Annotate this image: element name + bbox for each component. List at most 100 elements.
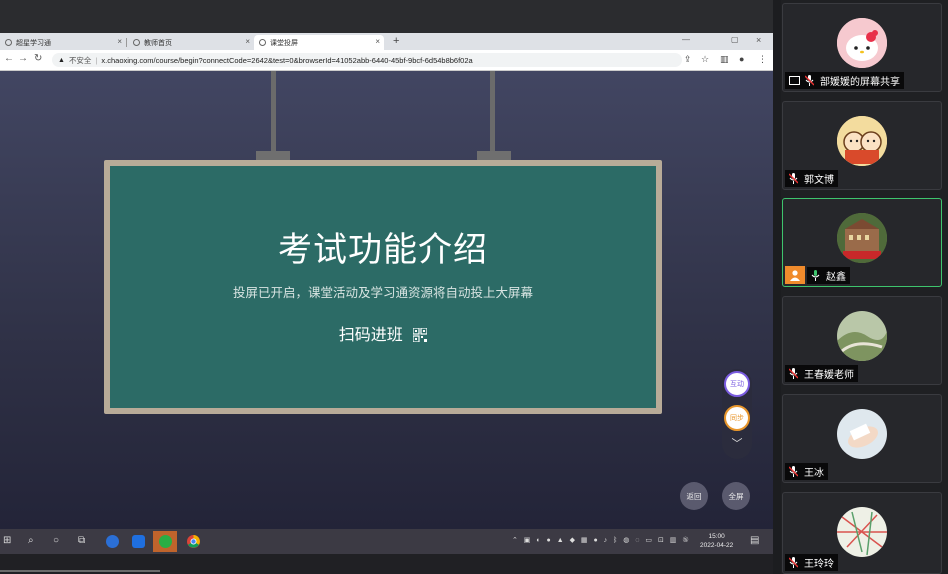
hello-kitty-avatar-icon (837, 18, 887, 68)
tab-classroom[interactable]: 课堂投屏 × (254, 35, 384, 50)
clock-date: 2022-04-22 (700, 542, 734, 549)
user-icon (785, 266, 805, 284)
floating-toolbar: 互动 同步 ﹀ (722, 369, 752, 459)
close-icon[interactable]: × (375, 37, 380, 46)
avatar (837, 409, 887, 459)
building-photo-avatar-icon (837, 213, 887, 263)
participant-name-tag: 王玲玲 (785, 554, 838, 571)
participant-tile-active[interactable]: 赵鑫 (782, 198, 942, 287)
landscape-photo-avatar-icon (837, 311, 887, 361)
minimize-icon[interactable]: — (682, 35, 690, 44)
globe-icon (259, 39, 266, 46)
wechat-icon (158, 535, 172, 548)
globe-icon (133, 39, 140, 46)
taskbar-app-chrome[interactable] (181, 531, 205, 552)
notification-icon[interactable]: ▤ (750, 535, 759, 546)
participant-name: 郭文博 (804, 175, 834, 186)
participant-name: 部媛媛的屏幕共享 (820, 77, 900, 88)
url-field[interactable]: ▲ 不安全 | x.chaoxing.com/course/begin?conn… (52, 53, 682, 67)
participant-name-tag: 部媛媛的屏幕共享 (785, 72, 904, 89)
mic-muted-icon (789, 368, 798, 379)
back-icon[interactable]: ← (4, 53, 14, 64)
sidebar-icon[interactable]: ▥ (720, 54, 729, 65)
participant-tile[interactable]: 王玲玲 (782, 492, 942, 574)
close-icon[interactable]: × (117, 37, 122, 46)
participant-name-tag: 王春媛老师 (785, 365, 858, 382)
participant-tile[interactable]: 郭文博 (782, 101, 942, 190)
system-tray[interactable]: ⌃ ▣ ◐ ● ▲ ◆ ▦ ● ♪ ᛒ ◍ ◌ ▭ ⊡ ▥ ⑤ (512, 536, 691, 544)
shared-screen: 超星学习通 × 教师首页 × 课堂投屏 × + — ▢ × ← → ↻ ▲ 不安… (0, 0, 773, 574)
back-button[interactable]: 返回 (680, 482, 708, 510)
warning-icon: ▲ (58, 56, 65, 64)
qr-code-icon (413, 328, 428, 342)
reload-icon[interactable]: ↻ (34, 53, 42, 64)
participant-name: 王玲玲 (804, 559, 834, 570)
task-view-icon[interactable]: ⧉ (78, 535, 85, 546)
tab-label: 超星学习通 (16, 39, 51, 47)
scan-to-join[interactable]: 扫码进班 (110, 321, 656, 345)
interact-button[interactable]: 互动 (724, 371, 750, 397)
participant-tile[interactable]: 王春媛老师 (782, 296, 942, 385)
globe-icon (5, 39, 12, 46)
new-tab-icon[interactable]: + (393, 35, 399, 47)
mic-muted-icon (789, 173, 798, 184)
browser-window: 超星学习通 × 教师首页 × 课堂投屏 × + — ▢ × ← → ↻ ▲ 不安… (0, 33, 773, 71)
taskbar-app-chaoxing[interactable] (126, 531, 150, 552)
participants-panel: 部媛媛的屏幕共享 郭文博 赵鑫 王春媛老师 王冰 王玲玲 (781, 0, 948, 574)
tab-strip: 超星学习通 × 教师首页 × 课堂投屏 × + — ▢ × (0, 33, 773, 50)
close-icon[interactable]: × (245, 37, 250, 46)
hanger-foot (477, 151, 511, 160)
search-icon[interactable]: ⌕ (28, 535, 34, 546)
tab-chaoxing[interactable]: 超星学习通 × (0, 35, 126, 50)
close-window-icon[interactable]: × (756, 35, 761, 45)
screen: 超星学习通 × 教师首页 × 课堂投屏 × + — ▢ × ← → ↻ ▲ 不安… (0, 0, 948, 574)
board-title: 考试功能介绍 (278, 231, 488, 269)
windows-start-icon[interactable]: ⊞ (3, 535, 11, 546)
cartoon-kids-avatar-icon (837, 116, 887, 166)
sync-button[interactable]: 同步 (724, 405, 750, 431)
bottom-progress-line (0, 570, 160, 572)
mic-muted-icon (789, 466, 798, 477)
blackboard: 考试功能介绍 投屏已开启，课堂活动及学习通资源将自动投上大屏幕 扫码进班 (104, 160, 662, 414)
taskbar: ⊞ ⌕ ○ ⧉ ⌃ ▣ ◐ ● ▲ ◆ ▦ ● ♪ ᛒ ◍ ◌ ▭ ⊡ ▥ ⑤ … (0, 529, 773, 554)
board-subtitle: 投屏已开启，课堂活动及学习通资源将自动投上大屏幕 (232, 286, 533, 300)
tab-teacher[interactable]: 教师首页 × (128, 35, 254, 50)
participant-tile[interactable]: 王冰 (782, 394, 942, 483)
mic-active-icon (811, 270, 820, 281)
url-divider: | (95, 55, 98, 65)
app-s-icon (105, 535, 119, 548)
profile-icon[interactable]: ● (739, 54, 744, 64)
cortana-icon[interactable]: ○ (53, 535, 59, 546)
tab-label: 课堂投屏 (270, 39, 298, 47)
avatar (837, 18, 887, 68)
participant-name-tag: 郭文博 (785, 170, 838, 187)
panel-divider (773, 0, 781, 574)
mic-muted-icon (805, 75, 814, 86)
screen-share-icon (789, 76, 800, 85)
hanger-rod (271, 71, 276, 155)
chevron-down-icon[interactable]: ﹀ (722, 435, 752, 451)
star-icon[interactable]: ☆ (701, 54, 709, 65)
clock[interactable]: 15:00 2022-04-22 (700, 532, 733, 550)
fullscreen-button[interactable]: 全屏 (722, 482, 750, 510)
avatar (837, 213, 887, 263)
avatar (837, 507, 887, 557)
insecure-label: 不安全 (68, 55, 92, 65)
participant-name-tag: 赵鑫 (807, 267, 850, 284)
share-icon[interactable]: ⇪ (684, 54, 692, 65)
menu-icon[interactable]: ⋮ (758, 54, 767, 65)
maximize-icon[interactable]: ▢ (731, 35, 739, 44)
url-text: x.chaoxing.com/course/begin?connectCode=… (101, 55, 473, 65)
hanger-foot (256, 151, 290, 160)
classroom-stage: 考试功能介绍 投屏已开启，课堂活动及学习通资源将自动投上大屏幕 扫码进班 互动 … (0, 71, 773, 529)
taskbar-app-browser-s[interactable] (100, 531, 124, 552)
clock-time: 15:00 (708, 533, 725, 540)
participant-name: 王冰 (804, 468, 824, 479)
participant-tile[interactable]: 部媛媛的屏幕共享 (782, 3, 942, 92)
mic-muted-icon (789, 557, 798, 568)
address-bar: ← → ↻ ▲ 不安全 | x.chaoxing.com/course/begi… (0, 50, 773, 71)
forward-icon[interactable]: → (18, 53, 28, 64)
hanger-rod (490, 71, 495, 155)
taskbar-app-wechat[interactable] (153, 531, 177, 552)
participant-name: 赵鑫 (826, 272, 846, 283)
